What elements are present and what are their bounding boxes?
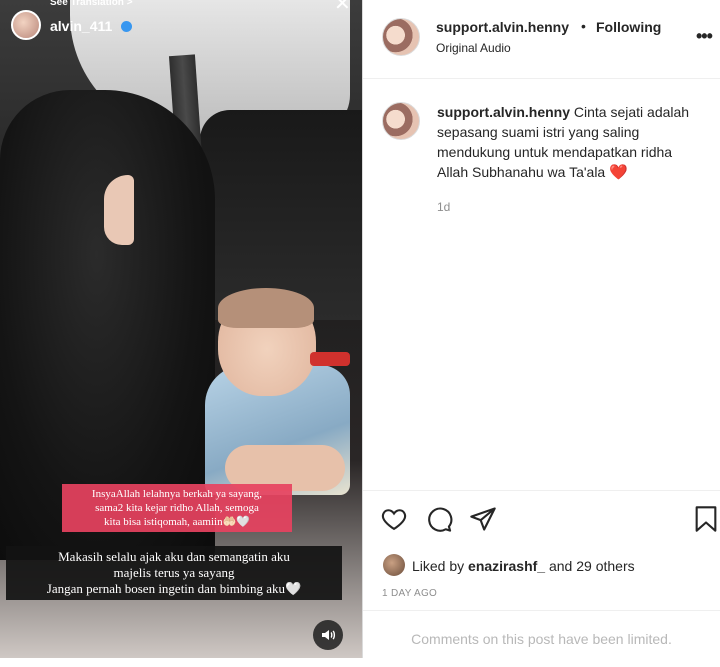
original-audio-link[interactable]: Original Audio	[436, 41, 511, 55]
separator-dot: •	[581, 18, 586, 34]
likes-suffix[interactable]: and 29 others	[545, 558, 635, 574]
avatar[interactable]	[382, 102, 420, 140]
liker-username[interactable]: enazirashf_	[468, 558, 545, 574]
caption-username[interactable]: support.alvin.henny	[437, 104, 570, 120]
sound-toggle-button[interactable]	[313, 620, 343, 650]
avatar[interactable]	[382, 18, 420, 56]
caption-timestamp[interactable]: 1d	[437, 200, 450, 214]
liker-avatar[interactable]	[383, 554, 405, 576]
dark-story-caption: Makasih selalu ajak aku dan semangatin a…	[6, 546, 342, 600]
pink-caption-line: sama2 kita kejar ridho Allah, semoga	[95, 502, 259, 514]
dark-caption-line: majelis terus ya sayang	[113, 565, 235, 580]
heart-icon[interactable]	[380, 505, 408, 533]
comments-limited-notice: Comments on this post have been limited.	[363, 610, 720, 659]
post-header: support.alvin.henny • Following Original…	[363, 0, 720, 79]
red-cloth	[310, 352, 350, 366]
close-icon[interactable]: ✕	[334, 0, 351, 14]
following-button[interactable]: Following	[596, 19, 661, 35]
share-icon[interactable]	[469, 505, 497, 533]
comment-icon[interactable]	[425, 505, 453, 533]
speaker-icon	[322, 630, 336, 640]
more-options-icon[interactable]: •••	[696, 26, 713, 47]
story-avatar[interactable]	[11, 10, 41, 40]
woman-face	[104, 175, 134, 245]
caption-comment: support.alvin.henny Cinta sejati adalah …	[363, 79, 720, 489]
verified-icon	[121, 21, 132, 32]
pink-caption-line: InsyaAllah lelahnya berkah ya sayang,	[91, 488, 263, 500]
heart-emoji: ❤️	[609, 164, 628, 181]
header-username[interactable]: support.alvin.henny	[436, 19, 569, 35]
post-date[interactable]: 1 DAY AGO	[382, 588, 437, 599]
story-username[interactable]: alvin_411	[50, 18, 112, 34]
likes-summary[interactable]: Liked by enazirashf_ and 29 others	[412, 558, 635, 574]
pink-story-caption: InsyaAllah lelahnya berkah ya sayang, sa…	[62, 484, 292, 532]
likes-prefix: Liked by	[412, 558, 469, 574]
caption-text-block: support.alvin.henny Cinta sejati adalah …	[437, 102, 705, 183]
pink-caption-line: kita bisa istiqomah, aamiin🤲🏻🤍	[104, 516, 250, 528]
see-translation-link[interactable]: See Translation >	[50, 0, 133, 8]
dark-caption-line: Jangan pernah bosen ingetin dan bimbing …	[46, 581, 302, 596]
dark-caption-line: Makasih selalu ajak aku dan semangatin a…	[58, 549, 290, 564]
bookmark-icon[interactable]	[693, 505, 719, 533]
post-media[interactable]: See Translation > alvin_411 ✕ InsyaAllah…	[0, 0, 362, 658]
story-header: See Translation > alvin_411 ✕	[0, 0, 362, 40]
post-actions: Liked by enazirashf_ and 29 others 1 DAY…	[363, 490, 720, 611]
child-hair	[218, 288, 314, 328]
